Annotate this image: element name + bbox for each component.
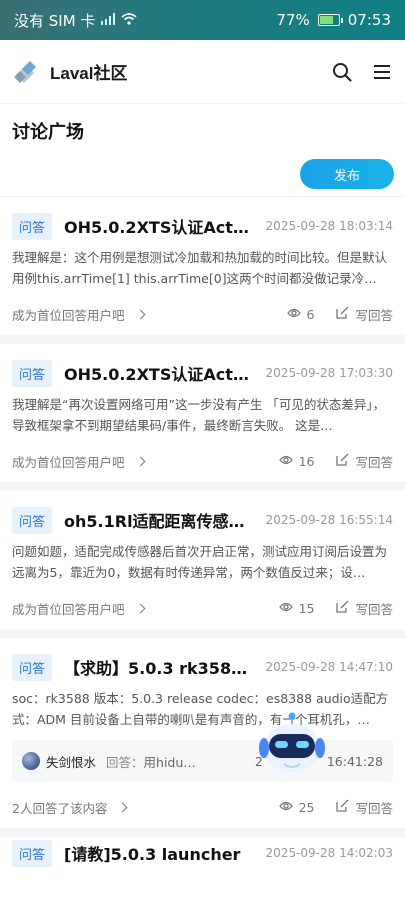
first-answer-link[interactable]: 成为首位回答用户吧 [12, 452, 145, 471]
post-card[interactable]: 问答 OH5.0.2XTS认证ActsA… 2025-09-28 18:03:1… [0, 196, 405, 344]
wifi-icon [121, 11, 137, 29]
view-count: 16 [298, 453, 315, 469]
eye-icon [278, 800, 293, 815]
chevron-right-icon [118, 802, 128, 812]
chevron-right-icon [135, 456, 145, 466]
first-answer-label: 成为首位回答用户吧 [12, 307, 125, 323]
app-title: Laval社区 [50, 64, 128, 83]
post-time: 2025-09-28 18:03:14 [265, 219, 393, 233]
post-time: 2025-09-28 14:02:03 [265, 846, 393, 860]
post-card[interactable]: 问答 oh5.1Rl适配距离传感… 2025-09-28 16:55:14 问题… [0, 491, 405, 638]
write-answer-button[interactable]: 写回答 [355, 798, 393, 817]
carrier-label: 没有 SIM 卡 [14, 11, 96, 30]
edit-icon[interactable] [336, 453, 349, 469]
post-excerpt[interactable]: 我理解是“再次设置网络可用”这一步没有产生 「可见的状态差异」，导致框架拿不到期… [12, 394, 393, 436]
post-excerpt[interactable]: soc：rk3588 版本：5.0.3 release codec：es8388… [12, 688, 393, 730]
first-answer-link[interactable]: 成为首位回答用户吧 [12, 599, 145, 618]
post-excerpt[interactable]: 我理解是：这个用例是想测试冷加载和热加载的时间比较。但是默认用例this.arr… [12, 247, 393, 289]
edit-icon[interactable] [336, 799, 349, 815]
assistant-robot-icon[interactable] [256, 712, 328, 776]
logo-icon [12, 59, 38, 85]
eye-icon [286, 307, 301, 322]
answer-preview[interactable]: 失剑恨水 回答： 用hidu… 2 16:41:28 [12, 740, 393, 782]
edit-icon[interactable] [336, 600, 349, 616]
avatar [22, 752, 40, 770]
answer-text: 用hidu… [143, 754, 196, 770]
menu-icon[interactable] [371, 61, 393, 83]
first-answer-link[interactable]: 成为首位回答用户吧 [12, 305, 145, 324]
view-count: 15 [298, 600, 315, 616]
post-time: 2025-09-28 14:47:10 [265, 660, 393, 674]
post-feed: 问答 OH5.0.2XTS认证ActsA… 2025-09-28 18:03:1… [0, 196, 405, 837]
app-header: Laval社区 [0, 40, 405, 104]
page-title: 讨论广场 [12, 122, 84, 143]
post-card[interactable]: 问答 OH5.0.2XTS认证ActsA… 2025-09-28 17:03:3… [0, 344, 405, 491]
first-answer-label: 成为首位回答用户吧 [12, 601, 125, 617]
answer-prefix: 回答： [106, 754, 144, 770]
post-tag: 问答 [12, 653, 53, 681]
post-time: 2025-09-28 17:03:30 [265, 366, 393, 380]
battery-percent: 77% [276, 11, 310, 29]
post-title[interactable]: OH5.0.2XTS认证ActsA… [64, 214, 256, 238]
post-tag: 问答 [12, 359, 53, 387]
post-title[interactable]: oh5.1Rl适配距离传感… [64, 508, 256, 532]
post-time: 2025-09-28 16:55:14 [265, 513, 393, 527]
post-title[interactable]: OH5.0.2XTS认证ActsA… [64, 361, 256, 385]
answers-count-link[interactable]: 2人回答了该内容 [12, 798, 128, 817]
battery-icon [317, 14, 343, 26]
post-title[interactable]: [请教]5.0.3 launcher [64, 841, 254, 865]
view-count: 6 [306, 306, 315, 322]
status-bar: 没有 SIM 卡 77% 07:53 [0, 0, 405, 40]
edit-icon[interactable] [336, 306, 349, 322]
write-answer-button[interactable]: 写回答 [355, 452, 393, 471]
signal-icon [101, 11, 116, 29]
publish-button[interactable]: 发布 [300, 159, 394, 189]
chevron-right-icon [135, 309, 145, 319]
post-tag: 问答 [12, 506, 53, 534]
eye-icon [278, 454, 293, 469]
post-title[interactable]: 【求助】5.0.3 rk3588 … [64, 655, 256, 679]
write-answer-button[interactable]: 写回答 [355, 305, 393, 324]
search-icon[interactable] [331, 61, 353, 83]
post-tag: 问答 [12, 212, 53, 240]
write-answer-button[interactable]: 写回答 [355, 599, 393, 618]
view-count: 25 [298, 799, 315, 815]
first-answer-label: 成为首位回答用户吧 [12, 454, 125, 470]
clock: 07:53 [347, 11, 391, 29]
post-card[interactable]: 问答 【求助】5.0.3 rk3588 … 2025-09-28 14:47:1… [0, 638, 405, 837]
answers-count-label: 2人回答了该内容 [12, 800, 108, 816]
post-excerpt[interactable]: 问题如题，适配完成传感器后首次开启正常，测试应用订阅后设置为远离为5，靠近为0，… [12, 541, 393, 583]
eye-icon [278, 601, 293, 616]
post-card-partial[interactable]: 问答 [请教]5.0.3 launcher 2025-09-28 14:02:0… [0, 838, 405, 868]
post-tag: 问答 [12, 839, 53, 867]
answer-time: 16:41:28 [326, 753, 383, 769]
answer-user[interactable]: 失剑恨水 [46, 752, 96, 771]
chevron-right-icon [135, 603, 145, 613]
